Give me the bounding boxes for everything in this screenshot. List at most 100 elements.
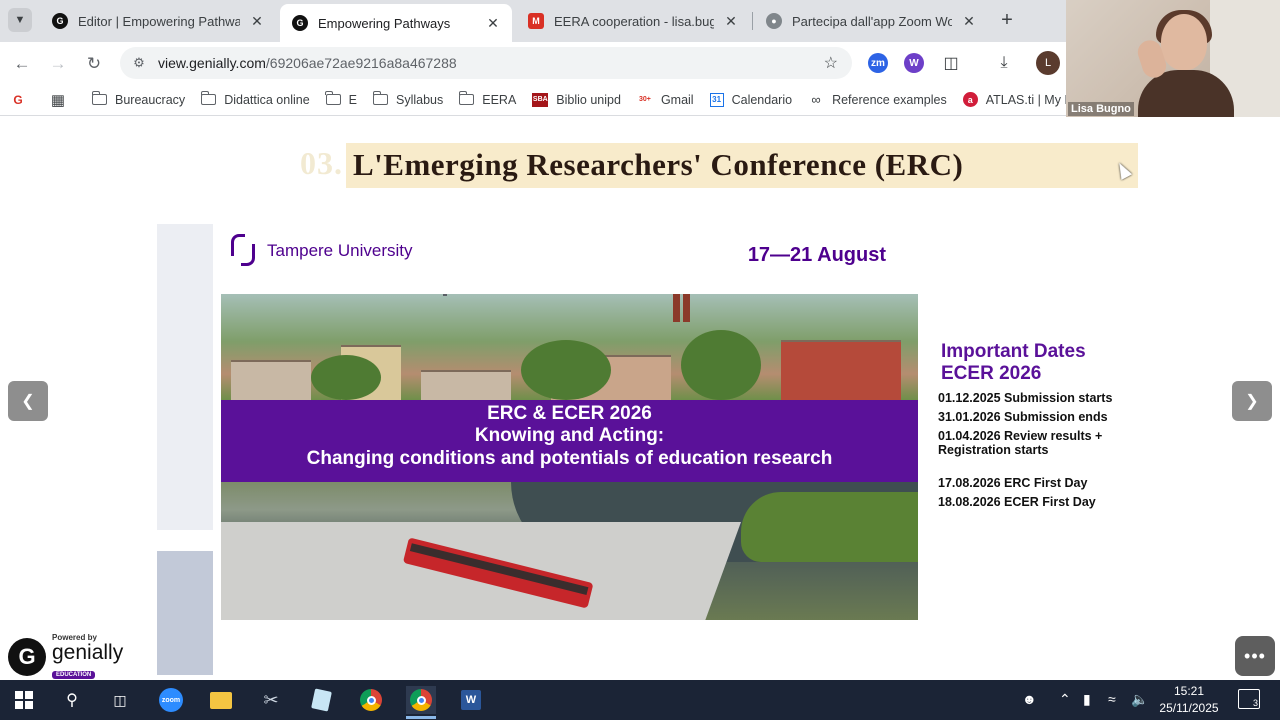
close-icon[interactable]: ✕ <box>248 12 266 30</box>
previous-slide-button[interactable]: ❮ <box>8 381 48 421</box>
download-icon[interactable]: ⤓ <box>993 52 1015 74</box>
bookmark-star-icon[interactable]: ☆ <box>824 53 838 73</box>
tab-search-button[interactable]: ▼ <box>8 8 32 32</box>
bookmark-label: Syllabus <box>396 92 444 107</box>
conference-theme: Knowing and Acting: <box>474 425 665 446</box>
calendar-icon: 31 <box>709 92 724 107</box>
chevron-up-icon[interactable]: ⌃ <box>1059 691 1071 708</box>
sba-icon: SBA <box>532 92 549 107</box>
bookmark-label: Gmail <box>660 92 694 107</box>
date-item: 01.12.2025 Submission starts <box>938 391 1113 405</box>
chevron-left-icon: ❮ <box>21 393 35 410</box>
conference-subtheme: Changing conditions and potentials of ed… <box>306 448 833 469</box>
chrome-profile-icon[interactable] <box>406 686 436 714</box>
tab-editor[interactable]: G Editor | Empowering Pathways ✕ <box>40 4 276 38</box>
extensions-puzzle-icon[interactable]: ◫ <box>940 52 962 74</box>
gmail-icon: 30+ <box>639 96 651 103</box>
dates-subheading: ECER 2026 <box>941 363 1042 384</box>
bookmark-label: E <box>348 92 357 107</box>
tab-zoom-workplace[interactable]: ● Partecipa dall'app Zoom Workp ✕ <box>754 4 988 38</box>
windows-start-icon[interactable] <box>9 686 39 714</box>
conference-title: ERC & ECER 2026 <box>487 403 652 424</box>
bookmark-reference-examples[interactable]: ∞ Reference examples <box>808 92 946 107</box>
conference-dates: 17—21 August <box>747 244 886 266</box>
reload-button[interactable]: ↻ <box>81 51 107 77</box>
notepad-icon[interactable] <box>306 686 336 714</box>
participant-face <box>1161 14 1207 70</box>
battery-icon[interactable]: ▮ <box>1083 691 1091 708</box>
atlas-icon: a <box>962 92 978 107</box>
bookmark-didattica-online[interactable]: Didattica online <box>200 91 310 107</box>
date-item: 01.04.2026 Review results + <box>938 429 1103 443</box>
conference-title-band: ERC & ECER 2026 Knowing and Acting: Chan… <box>221 400 918 482</box>
apps-button[interactable]: ▦ <box>50 91 74 109</box>
date-item: 17.08.2026 ERC First Day <box>938 476 1088 490</box>
bookmark-label: Biblio unipd <box>556 92 621 107</box>
close-icon[interactable]: ✕ <box>722 12 740 30</box>
task-view-icon[interactable]: ◫ <box>105 686 135 714</box>
zoom-extension-icon[interactable]: zm <box>868 53 888 73</box>
people-icon[interactable]: ☻ <box>1022 691 1037 707</box>
bookmark-label: Calendario <box>731 92 793 107</box>
bookmark-bureaucracy[interactable]: Bureaucracy <box>91 91 185 107</box>
url-text: view.genially.com/69206ae72ae9216a8a4672… <box>158 55 457 71</box>
folder-icon <box>325 91 341 105</box>
genially-branding[interactable]: G Powered by genially EDUCATION <box>8 633 123 681</box>
tab-eera-cooperation[interactable]: M EERA cooperation - lisa.bugno ✕ <box>516 4 750 38</box>
gmail-icon: M <box>528 13 544 29</box>
tab-empowering-pathways[interactable]: G Empowering Pathways ✕ <box>280 4 512 42</box>
file-explorer-icon[interactable] <box>206 686 236 714</box>
bookmark-calendario[interactable]: 31 Calendario <box>709 92 793 107</box>
wifi-icon[interactable]: ≈ <box>1108 691 1116 707</box>
volume-icon[interactable]: 🔈 <box>1131 691 1148 708</box>
bookmark-syllabus[interactable]: Syllabus <box>372 91 444 107</box>
extension-icon[interactable]: W <box>904 53 924 73</box>
forward-button[interactable]: → <box>45 51 71 77</box>
close-icon[interactable]: ✕ <box>960 12 978 30</box>
search-icon[interactable]: ⚲ <box>57 686 87 714</box>
address-bar[interactable]: ⚙ view.genially.com/69206ae72ae9216a8a46… <box>120 47 852 79</box>
system-clock[interactable]: 15:21 25/11/2025 <box>1152 683 1226 717</box>
important-dates: Important Dates ECER 2026 01.12.2025 Sub… <box>938 341 1158 514</box>
education-badge: EDUCATION <box>52 671 96 679</box>
bookmark-biblio-unipd[interactable]: SBA Biblio unipd <box>532 92 621 107</box>
chrome-icon[interactable] <box>356 686 386 714</box>
apps-grid-icon: ▦ <box>50 91 66 109</box>
bookmark-eera[interactable]: EERA <box>458 91 517 107</box>
clock-time: 15:21 <box>1173 684 1205 698</box>
bookmark-gmail[interactable]: 30+ Gmail <box>637 93 694 107</box>
slide-number: 03. <box>300 145 343 181</box>
bookmark-e[interactable]: E <box>325 91 357 107</box>
genially-name: genially <box>52 641 124 664</box>
genially-icon: G <box>52 13 68 29</box>
word-icon[interactable]: W <box>456 686 486 714</box>
video-thumbnail[interactable]: Lisa Bugno <box>1066 0 1280 120</box>
next-slide-button[interactable]: ❯ <box>1232 381 1272 421</box>
conference-banner: Tampere University 17—21 August ERC & EC… <box>221 224 918 620</box>
notification-count: 3 <box>1252 698 1258 708</box>
back-button[interactable]: ← <box>9 51 35 77</box>
site-info-icon[interactable]: ⚙ <box>126 52 152 74</box>
more-options-button[interactable]: ••• <box>1235 636 1275 676</box>
arrow-right-icon: → <box>49 54 67 73</box>
genially-icon: G <box>292 15 308 31</box>
decorative-panel <box>157 551 213 675</box>
notification-center-icon[interactable]: 3 <box>1238 689 1260 709</box>
globe-icon: ● <box>766 13 782 29</box>
bookmark-google[interactable]: G <box>10 93 34 107</box>
chevron-right-icon: ❯ <box>1245 393 1259 410</box>
profile-avatar[interactable]: L <box>1036 51 1060 75</box>
date-item: Registration starts <box>938 443 1049 457</box>
bookmark-label: Didattica online <box>224 92 310 107</box>
windows-taskbar: ⚲ ◫ zoom ✂ W ☻ ⌃ ▮ ≈ 🔈 15:21 25/11/2025 … <box>0 680 1280 720</box>
snipping-icon[interactable]: ✂ <box>256 686 286 714</box>
date-item: 18.08.2026 ECER First Day <box>938 495 1096 509</box>
bookmark-label: EERA <box>482 92 517 107</box>
dates-list: 01.12.2025 Submission starts 31.01.2026 … <box>938 391 1158 509</box>
new-tab-button[interactable]: + <box>996 9 1018 31</box>
close-icon[interactable]: ✕ <box>484 14 502 32</box>
folder-icon <box>91 91 107 105</box>
zoom-icon[interactable]: zoom <box>156 686 186 714</box>
active-app-indicator <box>406 716 436 719</box>
folder-icon <box>372 91 388 105</box>
